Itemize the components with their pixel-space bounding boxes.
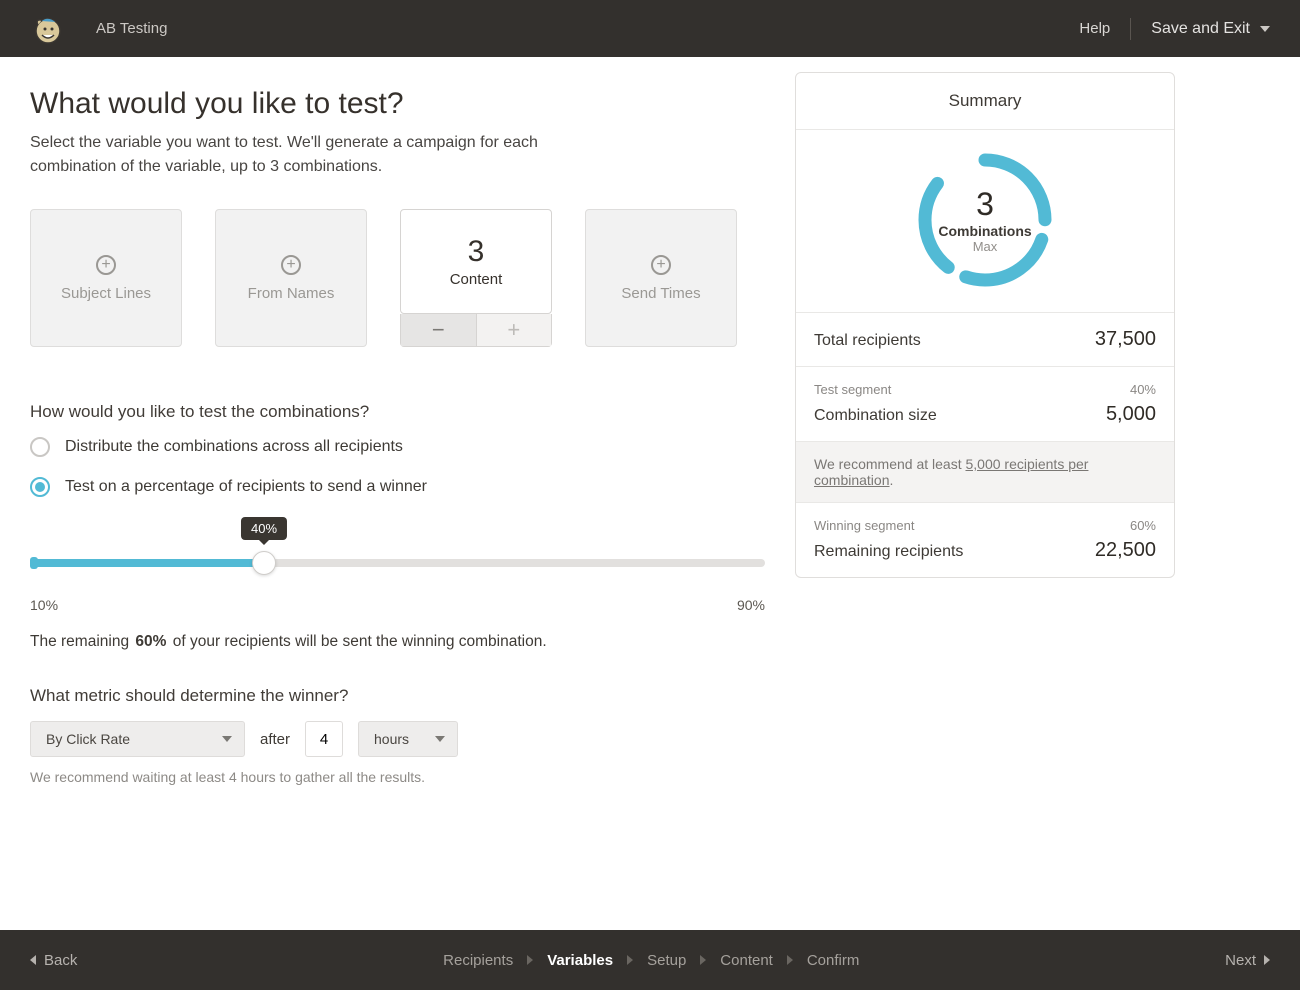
step-setup[interactable]: Setup [647, 952, 686, 969]
summary-panel: Summary 3 Combinations Max Total recipie… [795, 72, 1175, 578]
chevron-right-icon [787, 955, 793, 965]
hours-input[interactable] [305, 721, 343, 757]
metric-question: What metric should determine the winner? [30, 686, 765, 706]
help-link[interactable]: Help [1079, 20, 1110, 37]
next-label: Next [1225, 952, 1256, 969]
winning-segment-value: 60% [1130, 518, 1156, 533]
card-subject-lines[interactable]: + Subject Lines [30, 209, 182, 347]
combinations-donut: 3 Combinations Max [915, 150, 1055, 290]
save-exit-label: Save and Exit [1151, 20, 1250, 38]
winning-segment-label: Winning segment [814, 518, 914, 533]
chevron-down-icon [435, 736, 445, 742]
main-heading: What would you like to test? [30, 87, 765, 121]
card-label: Content [450, 271, 503, 288]
card-content[interactable]: 3 Content [400, 209, 552, 314]
increment-button[interactable]: + [476, 314, 552, 346]
back-label: Back [44, 952, 77, 969]
back-button[interactable]: Back [30, 952, 77, 969]
card-count: 3 [468, 235, 485, 269]
topbar-divider [1130, 18, 1131, 40]
card-from-names[interactable]: + From Names [215, 209, 367, 347]
after-label: after [260, 731, 290, 748]
combinations-question: How would you like to test the combinati… [30, 402, 765, 422]
plus-icon: + [281, 255, 301, 275]
step-confirm[interactable]: Confirm [807, 952, 860, 969]
next-button[interactable]: Next [1225, 952, 1270, 969]
chevron-down-icon [1260, 26, 1270, 32]
step-recipients[interactable]: Recipients [443, 952, 513, 969]
mailchimp-logo[interactable] [20, 13, 76, 45]
metric-select-value: By Click Rate [46, 731, 130, 747]
slider-min-label: 10% [30, 597, 58, 613]
chevron-right-icon [700, 955, 706, 965]
metric-hint: We recommend waiting at least 4 hours to… [30, 769, 765, 785]
page-title: AB Testing [96, 20, 167, 37]
card-label: Send Times [621, 285, 700, 302]
main-subheading: Select the variable you want to test. We… [30, 131, 600, 179]
slider-tooltip: 40% [241, 517, 287, 540]
total-recipients-label: Total recipients [814, 332, 921, 350]
remaining-text: The remaining 60% of your recipients wil… [30, 633, 765, 651]
unit-select-value: hours [374, 731, 409, 747]
slider-max-label: 90% [737, 597, 765, 613]
bottombar: Back Recipients Variables Setup Content … [0, 930, 1300, 990]
card-label: Subject Lines [61, 285, 151, 302]
combo-size-label: Combination size [814, 407, 937, 425]
count-stepper: − + [400, 314, 552, 347]
donut-label: Combinations [938, 223, 1031, 239]
percentage-slider[interactable]: 40% [30, 517, 765, 582]
recommendation-row: We recommend at least 5,000 recipients p… [796, 442, 1174, 503]
decrement-button[interactable]: − [401, 314, 476, 346]
slider-fill [30, 559, 264, 567]
card-label: From Names [248, 285, 335, 302]
test-segment-value: 40% [1130, 382, 1156, 397]
summary-title: Summary [796, 73, 1174, 130]
metric-select[interactable]: By Click Rate [30, 721, 245, 757]
radio-label: Distribute the combinations across all r… [65, 438, 403, 456]
remaining-recipients-label: Remaining recipients [814, 543, 963, 561]
total-recipients-value: 37,500 [1095, 328, 1156, 351]
combo-size-value: 5,000 [1106, 403, 1156, 426]
remaining-pct: 60% [133, 633, 168, 650]
save-exit-button[interactable]: Save and Exit [1151, 20, 1270, 38]
step-content[interactable]: Content [720, 952, 773, 969]
plus-icon: + [96, 255, 116, 275]
chevron-right-icon [527, 955, 533, 965]
radio-icon [30, 477, 50, 497]
plus-icon: + [651, 255, 671, 275]
topbar: AB Testing Help Save and Exit [0, 0, 1300, 57]
chevron-down-icon [222, 736, 232, 742]
radio-test-percentage[interactable]: Test on a percentage of recipients to se… [30, 477, 765, 497]
chevron-right-icon [1264, 955, 1270, 965]
donut-sub: Max [973, 239, 998, 254]
card-send-times[interactable]: + Send Times [585, 209, 737, 347]
breadcrumb: Recipients Variables Setup Content Confi… [77, 952, 1225, 969]
remaining-recipients-value: 22,500 [1095, 539, 1156, 562]
radio-label: Test on a percentage of recipients to se… [65, 478, 427, 496]
chevron-left-icon [30, 955, 36, 965]
donut-number: 3 [976, 186, 994, 223]
step-variables[interactable]: Variables [547, 952, 613, 969]
variable-cards: + Subject Lines + From Names 3 Content −… [30, 209, 765, 347]
chevron-right-icon [627, 955, 633, 965]
radio-distribute-all[interactable]: Distribute the combinations across all r… [30, 437, 765, 457]
radio-icon [30, 437, 50, 457]
unit-select[interactable]: hours [358, 721, 458, 757]
slider-handle[interactable] [252, 551, 276, 575]
test-segment-label: Test segment [814, 382, 891, 397]
